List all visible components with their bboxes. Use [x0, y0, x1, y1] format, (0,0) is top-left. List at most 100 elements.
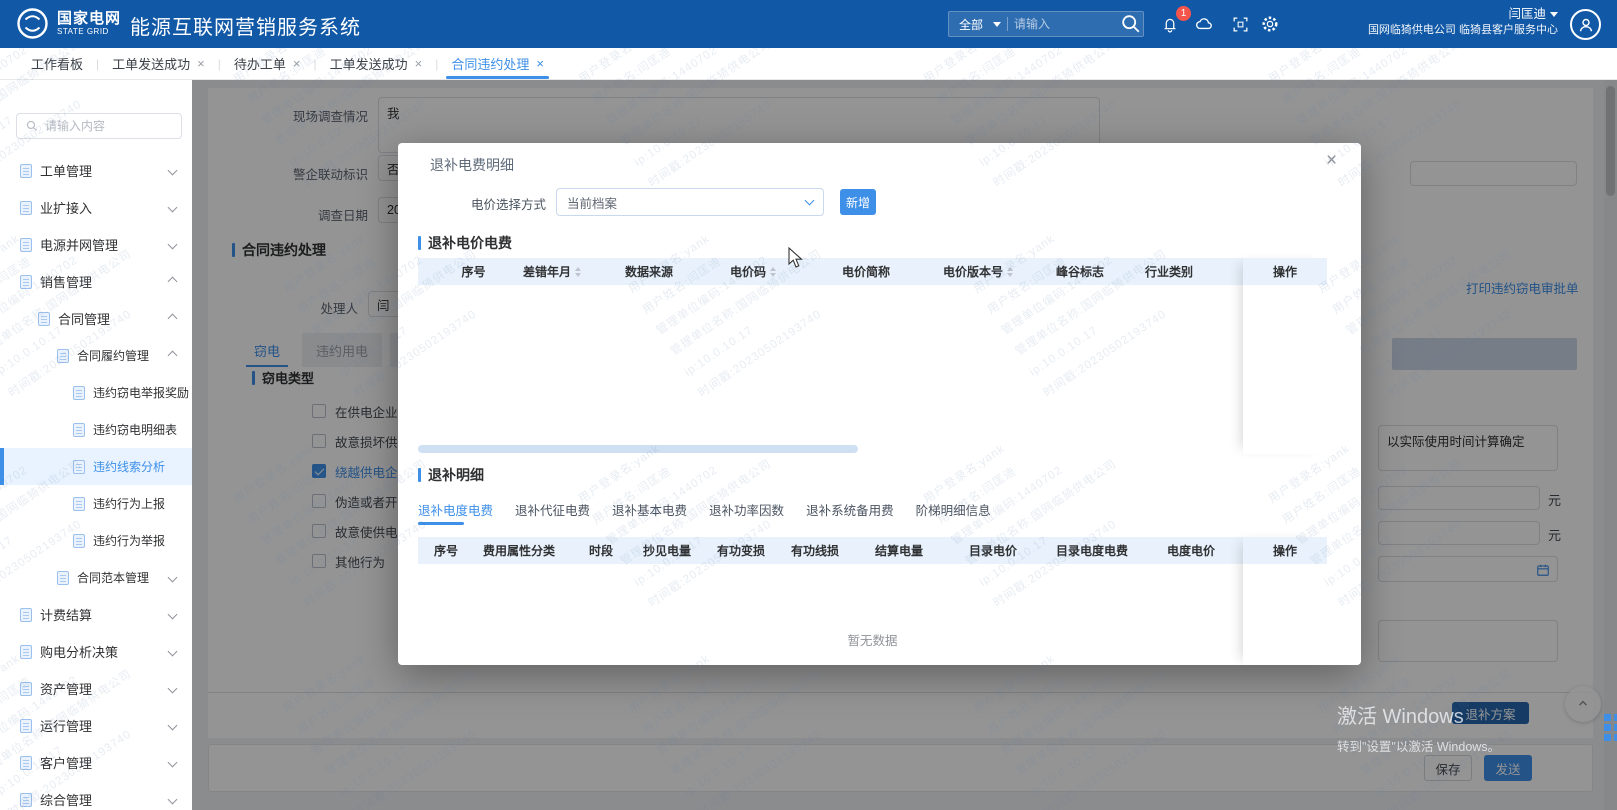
sidebar-item-label: 销售管理	[40, 272, 92, 291]
sidebar-item-3[interactable]: 销售管理	[0, 263, 192, 300]
chevron-up-icon[interactable]	[168, 351, 178, 361]
sidebar-item-4[interactable]: 合同管理	[0, 300, 192, 337]
chevron-up-icon[interactable]	[168, 277, 178, 287]
detail-tab-label: 退补功率因数	[709, 500, 784, 519]
tab-label: 待办工单	[234, 54, 286, 73]
column-header: 抄见电量	[630, 542, 704, 559]
active-tab-underline	[446, 76, 549, 79]
sidebar-item-0[interactable]: 工单管理	[0, 152, 192, 189]
chevron-down-icon[interactable]	[168, 684, 178, 694]
detail-tab-1[interactable]: 退补代征电费	[515, 491, 590, 527]
chevron-up-icon[interactable]	[168, 314, 178, 324]
column-header-label: 差错年月	[523, 263, 571, 280]
horizontal-scrollbar[interactable]	[418, 444, 1327, 454]
sidebar-menu: 工单管理业扩接入电源并网管理销售管理合同管理合同履约管理违约窃电举报奖励违约窃电…	[0, 152, 192, 810]
sidebar-item-2[interactable]: 电源并网管理	[0, 226, 192, 263]
sidebar-item-9[interactable]: 违约行为上报	[0, 485, 192, 522]
search-scope-select[interactable]: 全部	[949, 16, 989, 33]
chevron-down-icon[interactable]	[168, 758, 178, 768]
chevron-down-icon	[993, 22, 1001, 27]
column-header-label: 电价码	[730, 263, 766, 280]
sidebar-item-15[interactable]: 运行管理	[0, 707, 192, 744]
tab-close-icon[interactable]: ×	[197, 56, 205, 71]
avatar[interactable]	[1570, 9, 1601, 40]
tab-3[interactable]: 工单发送成功×	[317, 48, 436, 79]
user-name[interactable]: 闫匡迪	[1508, 7, 1546, 21]
fullscreen-scan-icon[interactable]	[1228, 12, 1252, 36]
column-header-label: 结算电量	[875, 542, 923, 559]
column-header: 电价简称	[811, 263, 921, 280]
column-header: 电价版本号	[921, 263, 1035, 280]
sidebar-item-8[interactable]: 违约线索分析	[0, 448, 192, 485]
chevron-down-icon[interactable]	[168, 573, 178, 583]
detail-section-title: 退补明细	[418, 465, 484, 485]
tab-1[interactable]: 工单发送成功×	[99, 48, 218, 79]
chevron-down-icon[interactable]	[168, 166, 178, 176]
sidebar-search[interactable]	[16, 113, 182, 139]
sidebar-item-17[interactable]: 综合管理	[0, 781, 192, 810]
search-input[interactable]	[1014, 17, 1119, 31]
sidebar-item-1[interactable]: 业扩接入	[0, 189, 192, 226]
column-header: 有功变损	[704, 542, 778, 559]
add-button[interactable]: 新增	[840, 189, 876, 215]
column-header: 序号	[446, 263, 501, 280]
search-icon[interactable]	[1119, 12, 1143, 36]
detail-tab-0[interactable]: 退补电度电费	[418, 491, 493, 527]
column-header-label: 时段	[589, 542, 613, 559]
detail-tab-3[interactable]: 退补功率因数	[709, 491, 784, 527]
app-title: 能源互联网营销服务系统	[130, 11, 361, 40]
chevron-down-icon[interactable]	[168, 647, 178, 657]
chevron-down-icon[interactable]	[168, 203, 178, 213]
close-icon[interactable]: ×	[1326, 150, 1337, 172]
column-header-label: 序号	[434, 542, 458, 559]
price-mode-select[interactable]: 当前档案	[556, 188, 824, 216]
tab-2[interactable]: 待办工单 ×	[221, 48, 314, 79]
sidebar-item-11[interactable]: 合同范本管理	[0, 559, 192, 596]
global-search[interactable]: 全部	[948, 11, 1144, 37]
column-header: 差错年月	[501, 263, 603, 280]
chevron-down-icon[interactable]	[168, 795, 178, 805]
floating-grid-widget[interactable]	[1604, 714, 1617, 741]
tab-close-icon[interactable]: ×	[536, 56, 544, 71]
sidebar-item-10[interactable]: 违约行为举报	[0, 522, 192, 559]
sidebar-item-6[interactable]: 违约窃电举报奖励	[0, 374, 192, 411]
chevron-down-icon	[805, 196, 815, 206]
divider	[1007, 17, 1008, 31]
column-header: 行业类别	[1125, 263, 1213, 280]
detail-tab-4[interactable]: 退补系统备用费	[806, 491, 894, 527]
chevron-down-icon[interactable]	[168, 721, 178, 731]
sidebar-item-12[interactable]: 计费结算	[0, 596, 192, 633]
detail-table: 序号费用属性分类时段抄见电量有功变损有功线损结算电量目录电价目录电度电费电度电价…	[418, 537, 1327, 665]
tab-close-icon[interactable]: ×	[293, 56, 301, 71]
sidebar-item-label: 合同管理	[58, 309, 110, 328]
document-icon	[20, 201, 32, 215]
sort-icon[interactable]	[1007, 267, 1013, 277]
section-bar	[418, 236, 421, 250]
sidebar-item-label: 计费结算	[40, 605, 92, 624]
logo-en: STATE GRID	[57, 27, 121, 37]
document-icon	[20, 719, 32, 733]
sidebar-item-5[interactable]: 合同履约管理	[0, 337, 192, 374]
tab-4[interactable]: 合同违约处理×	[438, 48, 557, 79]
sidebar-item-7[interactable]: 违约窃电明细表	[0, 411, 192, 448]
sidebar-search-input[interactable]	[45, 119, 173, 133]
rate-table: 序号差错年月数据来源电价码电价简称电价版本号峰谷标志行业类别用电	[418, 258, 1327, 442]
tab-0[interactable]: 工作看板	[18, 48, 96, 79]
settings-gear-icon[interactable]	[1258, 12, 1282, 36]
sidebar-item-label: 综合管理	[40, 790, 92, 809]
cloud-icon[interactable]	[1192, 12, 1216, 36]
horizontal-scrollbar-thumb[interactable]	[418, 445, 858, 453]
chevron-down-icon[interactable]	[168, 610, 178, 620]
sort-icon[interactable]	[575, 267, 581, 277]
detail-tab-label: 退补电度电费	[418, 500, 493, 519]
sidebar-item-14[interactable]: 资产管理	[0, 670, 192, 707]
tab-close-icon[interactable]: ×	[415, 56, 423, 71]
sidebar-item-16[interactable]: 客户管理	[0, 744, 192, 781]
detail-tab-2[interactable]: 退补基本电费	[612, 491, 687, 527]
column-header-label: 峰谷标志	[1056, 263, 1104, 280]
user-info[interactable]: 闫匡迪 国网临猗供电公司 临猗县客户服务中心	[1368, 6, 1558, 38]
sort-icon[interactable]	[770, 267, 776, 277]
detail-tab-5[interactable]: 阶梯明细信息	[916, 491, 991, 527]
chevron-down-icon[interactable]	[168, 240, 178, 250]
sidebar-item-13[interactable]: 购电分析决策	[0, 633, 192, 670]
